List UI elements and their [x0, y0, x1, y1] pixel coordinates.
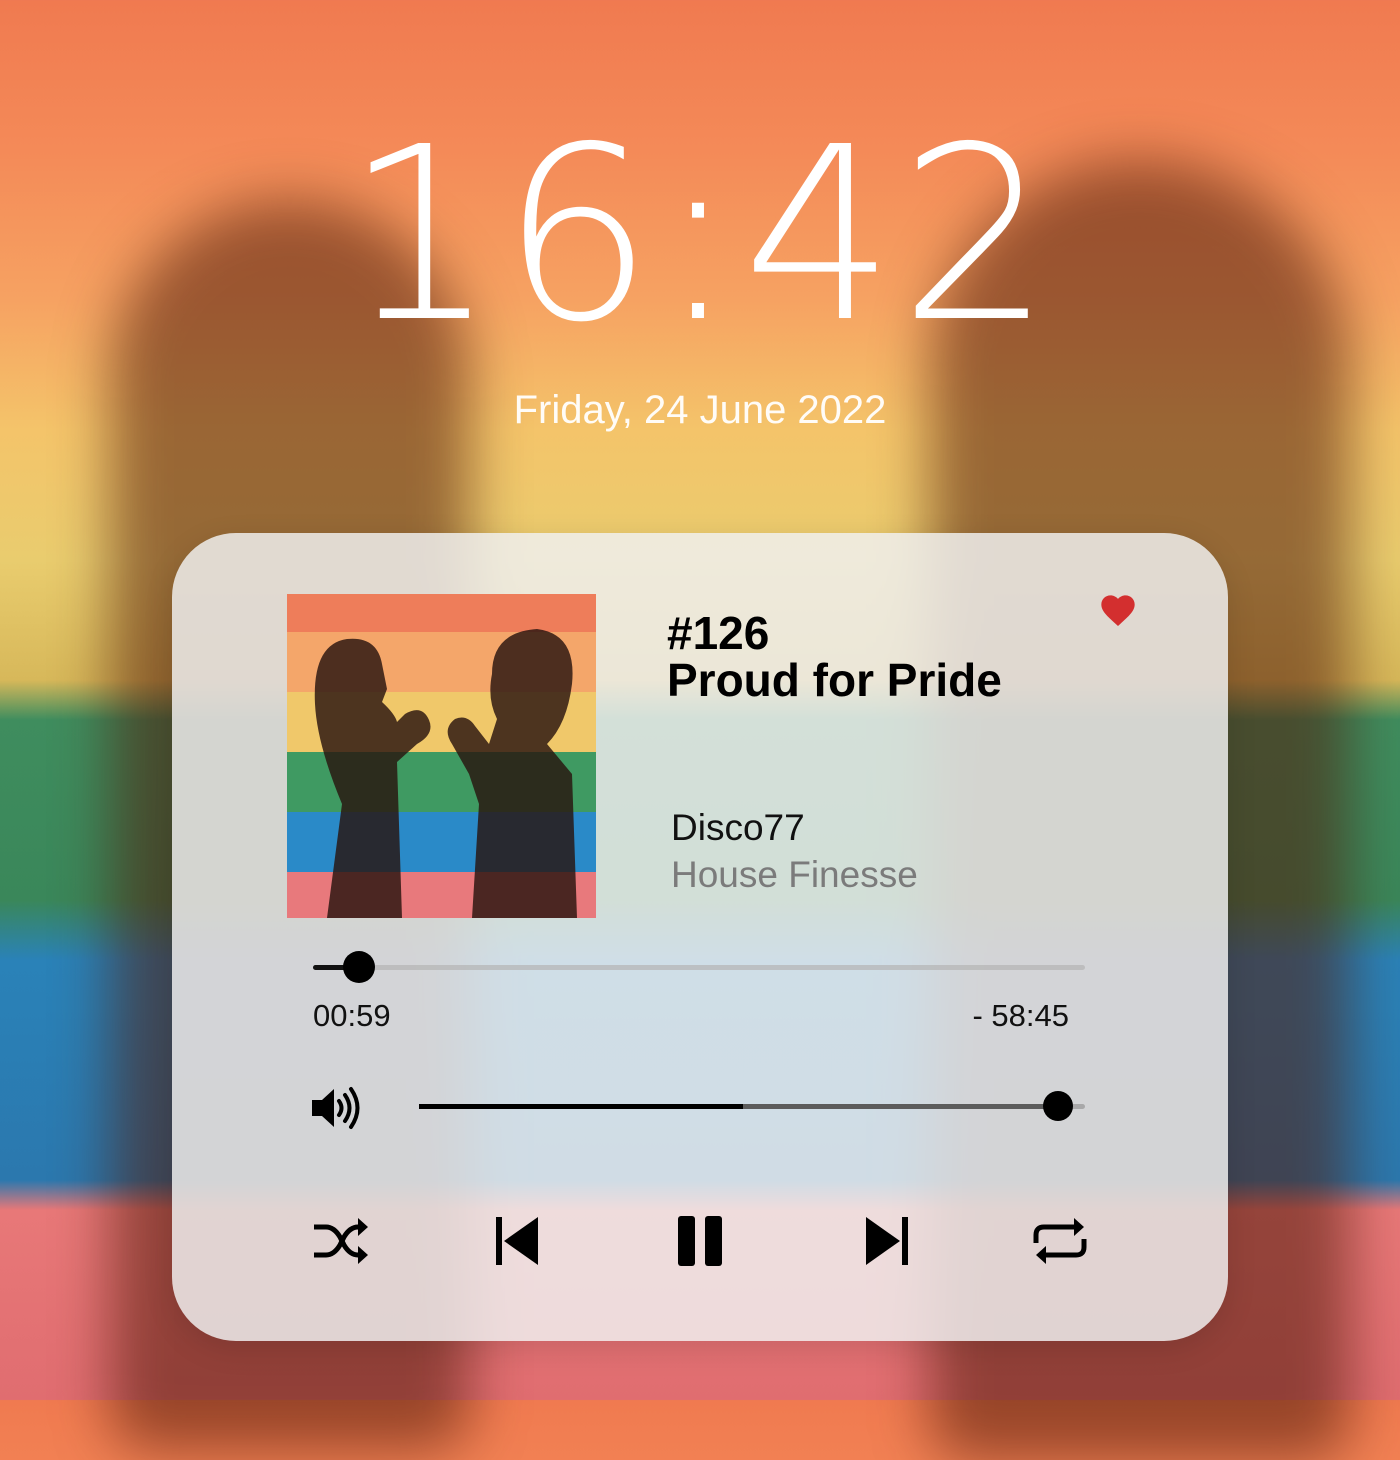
elapsed-time: 00:59	[313, 998, 391, 1033]
heart-icon[interactable]	[1098, 591, 1138, 631]
next-button[interactable]	[862, 1213, 922, 1269]
previous-button[interactable]	[488, 1213, 548, 1269]
track-title: Proud for Pride	[667, 654, 1002, 706]
lockscreen-clock: 16:42	[344, 95, 1056, 375]
remaining-time: - 58:45	[972, 998, 1069, 1033]
volume-fill	[419, 1104, 743, 1109]
pause-icon	[678, 1216, 722, 1266]
media-player-card: #126 Proud for Pride Disco77 House Fines…	[172, 533, 1228, 1341]
episode-number: #126	[667, 607, 770, 659]
album-art-silhouettes	[314, 629, 577, 918]
lockscreen-date: Friday, 24 June 2022	[513, 388, 887, 432]
repeat-button[interactable]	[1030, 1213, 1090, 1269]
artist-name: Disco77	[671, 807, 805, 848]
volume-slider[interactable]	[419, 1091, 1085, 1121]
pause-button[interactable]	[672, 1213, 732, 1269]
shuffle-button[interactable]	[310, 1213, 370, 1269]
genre-label: House Finesse	[671, 854, 918, 895]
progress-bar[interactable]	[313, 951, 1085, 983]
volume-knob[interactable]	[1043, 1091, 1074, 1121]
progress-knob[interactable]	[343, 951, 376, 983]
volume-fill-secondary	[742, 1104, 1059, 1109]
shuffle-icon	[314, 1218, 368, 1264]
skip-next-icon	[866, 1217, 908, 1265]
album-art[interactable]	[287, 594, 596, 918]
skip-previous-icon	[496, 1217, 538, 1265]
repeat-icon	[1033, 1218, 1087, 1264]
volume-icon[interactable]	[310, 1083, 362, 1133]
